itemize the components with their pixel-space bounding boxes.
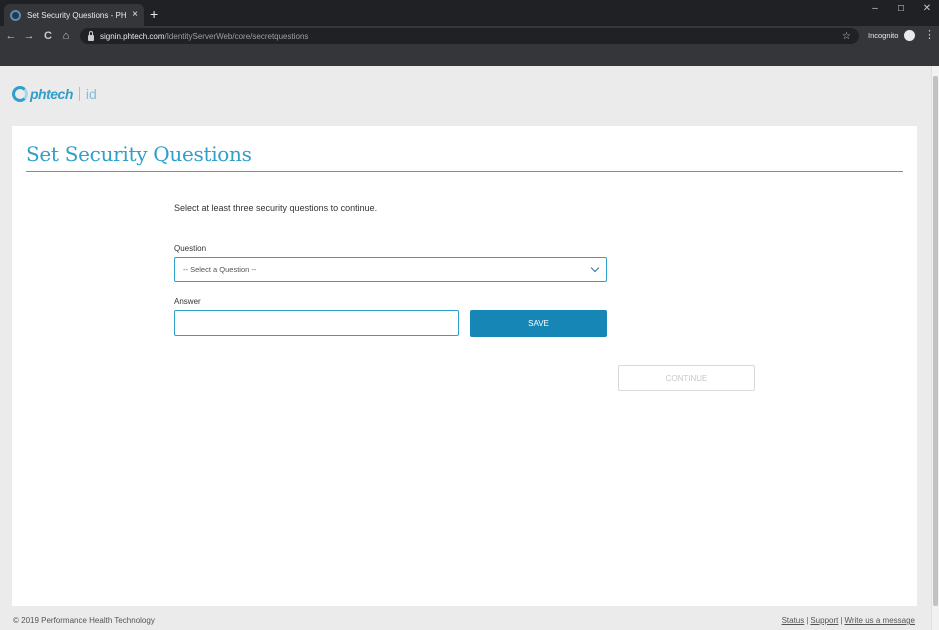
logo-suffix-text: id: [85, 86, 97, 102]
close-window-button[interactable]: ✕: [920, 2, 934, 16]
page-scrollbar[interactable]: [931, 66, 939, 630]
footer-link-support[interactable]: Support: [810, 616, 838, 625]
logo-divider: [78, 87, 80, 101]
chevron-down-icon: [590, 263, 600, 273]
title-divider: [26, 171, 903, 172]
footer-links: Status | Support | Write us a message: [782, 616, 915, 625]
phtech-logo-icon: [12, 86, 28, 102]
minimize-window-button[interactable]: –: [868, 2, 882, 16]
instruction-text: Select at least three security questions…: [174, 203, 378, 213]
question-select[interactable]: -- Select a Question --: [174, 257, 607, 282]
home-icon[interactable]: ⌂: [59, 28, 73, 44]
back-arrow-icon[interactable]: ←: [4, 28, 18, 44]
answer-input[interactable]: [174, 310, 459, 336]
question-label: Question: [174, 244, 207, 253]
browser-menu-icon[interactable]: ⋮: [924, 29, 935, 41]
phtech-id-logo: phtech id: [12, 86, 97, 102]
save-button[interactable]: SAVE: [470, 310, 607, 337]
continue-button[interactable]: CONTINUE: [618, 365, 755, 391]
tab-close-icon[interactable]: ×: [132, 10, 138, 20]
page-title: Set Security Questions: [26, 142, 252, 166]
footer-link-write-message[interactable]: Write us a message: [844, 616, 915, 625]
site-favicon-icon: [10, 9, 21, 21]
address-bar[interactable]: signin.phtech.com /IdentityServerWeb/cor…: [80, 28, 859, 44]
browser-tabstrip: Set Security Questions - PH Tech × + – ☐…: [0, 0, 939, 26]
url-host: signin.phtech.com: [100, 31, 165, 41]
logo-brand-text: phtech: [30, 86, 73, 102]
incognito-icon[interactable]: [904, 30, 915, 41]
incognito-label: Incognito: [868, 31, 899, 40]
footer-link-status[interactable]: Status: [782, 616, 805, 625]
url-path: /IdentityServerWeb/core/secretquestions: [164, 31, 309, 41]
lock-icon[interactable]: [88, 30, 94, 41]
footer-copyright: © 2019 Performance Health Technology: [13, 616, 155, 625]
tab-title: Set Security Questions - PH Tech: [27, 10, 128, 20]
browser-toolbar: ← → C ⌂ signin.phtech.com /IdentityServe…: [0, 26, 939, 46]
browser-tab[interactable]: Set Security Questions - PH Tech ×: [4, 4, 144, 26]
bookmark-star-icon[interactable]: ☆: [842, 31, 851, 42]
maximize-window-button[interactable]: ☐: [894, 2, 908, 16]
security-questions-card: Set Security Questions Select at least t…: [12, 126, 917, 606]
forward-arrow-icon[interactable]: →: [22, 28, 36, 44]
answer-label: Answer: [174, 297, 201, 306]
question-select-value: -- Select a Question --: [183, 265, 257, 274]
footer-separator: |: [806, 616, 809, 625]
new-tab-button[interactable]: +: [150, 6, 158, 22]
browser-toolbar-gap: [0, 46, 939, 66]
scrollbar-thumb[interactable]: [933, 76, 938, 606]
reload-icon[interactable]: C: [41, 28, 55, 44]
footer-separator: |: [840, 616, 843, 625]
